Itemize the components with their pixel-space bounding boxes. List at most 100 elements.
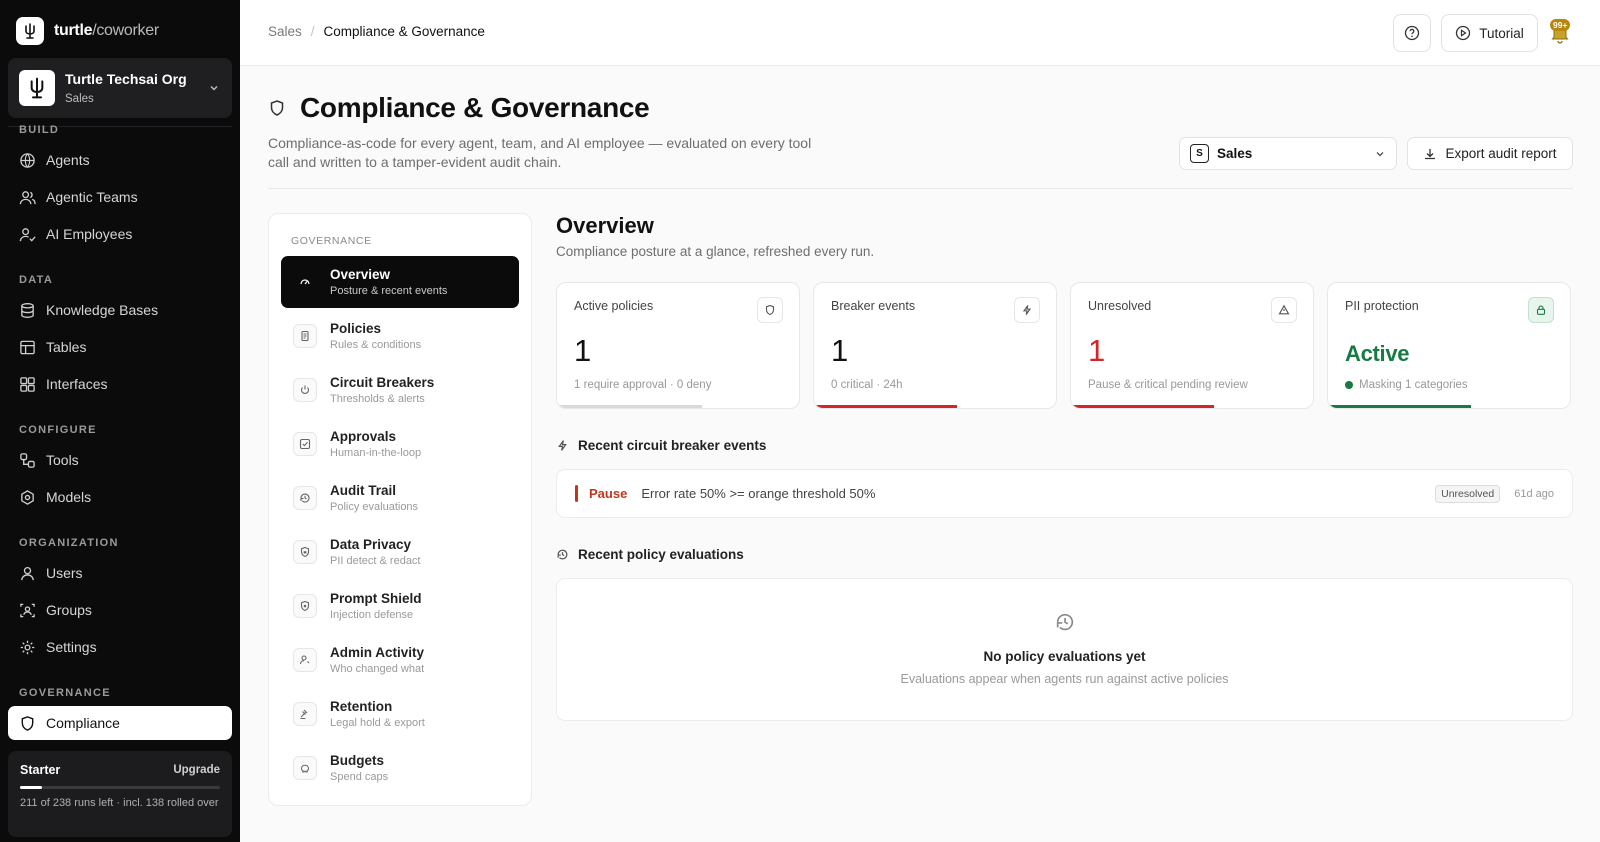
stat-label: PII protection: [1345, 299, 1419, 313]
brand[interactable]: turtle/coworker: [16, 17, 159, 45]
sidebar-item-label: Groups: [46, 602, 92, 618]
status-badge: Unresolved: [1435, 484, 1501, 503]
gauge-icon: [293, 270, 317, 294]
help-button[interactable]: [1393, 14, 1431, 52]
sidebar-item-tools[interactable]: Tools: [8, 443, 232, 477]
breadcrumb-current: Compliance & Governance: [323, 24, 485, 39]
gov-tab-subtitle: Legal hold & export: [330, 717, 425, 729]
gov-tab-retention[interactable]: Retention Legal hold & export: [281, 688, 519, 740]
status-dot: [1345, 381, 1353, 389]
gov-tab-subtitle: Policy evaluations: [330, 501, 419, 513]
stat-card-breaker-events[interactable]: Breaker events 1 0 critical · 24h: [813, 282, 1057, 409]
gov-tab-subtitle: Human-in-the-loop: [330, 447, 422, 459]
sidebar-item-label: Users: [46, 565, 83, 581]
stat-value: Active: [1345, 341, 1410, 366]
stat-note: 1 require approval · 0 deny: [574, 379, 712, 391]
gov-tab-admin-activity[interactable]: Admin Activity Who changed what: [281, 634, 519, 686]
export-audit-button[interactable]: Export audit report: [1407, 137, 1573, 170]
breaker-event-row[interactable]: Pause Error rate 50% >= orange threshold…: [556, 469, 1573, 518]
stat-card-pii-protection[interactable]: PII protection Active Masking 1 categori…: [1327, 282, 1571, 409]
stat-note: Masking 1 categories: [1345, 379, 1468, 391]
page-header: Compliance & Governance Compliance-as-co…: [268, 92, 828, 172]
help-icon: [1404, 25, 1420, 41]
sidebar-item-label: Knowledge Bases: [46, 302, 159, 318]
governance-nav: GOVERNANCE Overview Posture & recent even…: [268, 213, 532, 806]
plan-card: Starter Upgrade 211 of 238 runs left · i…: [8, 751, 232, 837]
grid-icon: [20, 376, 35, 392]
plan-usage-fill: [20, 786, 42, 789]
org-switcher[interactable]: Turtle Techsai Org Sales: [8, 58, 232, 118]
org-name: Turtle Techsai Org: [65, 71, 187, 87]
sidebar-item-label: Models: [46, 489, 92, 505]
sidebar-item-agents[interactable]: Agents: [8, 143, 232, 177]
user-cog-icon: [293, 648, 317, 672]
gov-tab-policies[interactable]: Policies Rules & conditions: [281, 310, 519, 362]
stat-bar: [1328, 405, 1471, 408]
gov-tab-circuit-breakers[interactable]: Circuit Breakers Thresholds & alerts: [281, 364, 519, 416]
event-kind: Pause: [589, 486, 628, 501]
groups-icon: [20, 603, 35, 617]
stat-card-unresolved[interactable]: Unresolved 1 Pause & critical pending re…: [1070, 282, 1314, 409]
gov-tab-data-privacy[interactable]: Data Privacy PII detect & redact: [281, 526, 519, 578]
sidebar-item-compliance[interactable]: Compliance: [8, 706, 232, 740]
tools-icon: [20, 452, 35, 468]
gov-tab-overview[interactable]: Overview Posture & recent events: [281, 256, 519, 308]
upgrade-link[interactable]: Upgrade: [173, 764, 220, 776]
gov-tab-subtitle: PII detect & redact: [330, 555, 421, 567]
lock-icon: [1528, 297, 1554, 323]
gov-tab-budgets[interactable]: Budgets Spend caps: [281, 742, 519, 794]
sidebar-item-ai-employees[interactable]: AI Employees: [8, 217, 232, 251]
breadcrumb-sales[interactable]: Sales: [268, 24, 302, 39]
sidebar-item-tables[interactable]: Tables: [8, 330, 232, 364]
team-select[interactable]: S Sales: [1179, 137, 1397, 170]
team-badge: S: [1190, 144, 1209, 163]
gear-icon: [20, 640, 35, 654]
table-icon: [20, 340, 35, 354]
gov-tab-subtitle: Posture & recent events: [330, 285, 448, 297]
stat-bar: [557, 405, 703, 408]
zap-icon: [1014, 297, 1040, 323]
gov-tab-approvals[interactable]: Approvals Human-in-the-loop: [281, 418, 519, 470]
sidebar-item-agentic-teams[interactable]: Agentic Teams: [8, 180, 232, 214]
stat-value: 1: [574, 333, 592, 368]
section-configure: CONFIGURE: [19, 424, 97, 436]
sidebar-item-label: Settings: [46, 639, 97, 655]
sidebar: turtle/coworker Turtle Techsai Org Sales…: [0, 0, 240, 842]
empty-title: No policy evaluations yet: [983, 649, 1146, 664]
stat-label: Active policies: [574, 299, 654, 313]
gov-tab-subtitle: Injection defense: [330, 609, 414, 621]
sidebar-item-label: Tables: [46, 339, 87, 355]
team-icon: [19, 190, 36, 204]
stat-value: 1: [831, 333, 849, 368]
gov-tab-title: Policies: [330, 321, 382, 336]
sidebar-item-interfaces[interactable]: Interfaces: [8, 367, 232, 401]
org-team: Sales: [65, 93, 94, 105]
sidebar-item-label: Agentic Teams: [46, 189, 138, 205]
sidebar-item-users[interactable]: Users: [8, 556, 232, 590]
policy-evaluations-empty: No policy evaluations yet Evaluations ap…: [556, 578, 1573, 721]
gov-tab-subtitle: Spend caps: [330, 771, 389, 783]
sidebar-item-label: Compliance: [46, 715, 120, 731]
tutorial-button[interactable]: Tutorial: [1441, 14, 1538, 52]
page-description: Compliance-as-code for every agent, team…: [268, 135, 812, 170]
gov-tab-title: Circuit Breakers: [330, 375, 435, 390]
sidebar-item-settings[interactable]: Settings: [8, 630, 232, 664]
gov-tab-prompt-shield[interactable]: Prompt Shield Injection defense: [281, 580, 519, 632]
sidebar-item-knowledge-bases[interactable]: Knowledge Bases: [8, 293, 232, 327]
sidebar-item-label: Tools: [46, 452, 79, 468]
stat-card-active-policies[interactable]: Active policies 1 1 require approval · 0…: [556, 282, 800, 409]
models-icon: [21, 489, 34, 505]
sidebar-item-label: Interfaces: [46, 376, 108, 392]
event-time: 61d ago: [1514, 487, 1554, 500]
sidebar-item-models[interactable]: Models: [8, 480, 232, 514]
chevron-down-icon: [1376, 151, 1384, 156]
org-logo-icon: [19, 70, 55, 106]
power-icon: [293, 378, 317, 402]
sidebar-item-groups[interactable]: Groups: [8, 593, 232, 627]
export-label: Export audit report: [1445, 146, 1557, 161]
section-governance: GOVERNANCE: [19, 687, 111, 699]
agents-icon: [20, 152, 35, 168]
stat-label: Unresolved: [1088, 299, 1152, 313]
gov-tab-audit-trail[interactable]: Audit Trail Policy evaluations: [281, 472, 519, 524]
section-data: DATA: [19, 274, 54, 286]
